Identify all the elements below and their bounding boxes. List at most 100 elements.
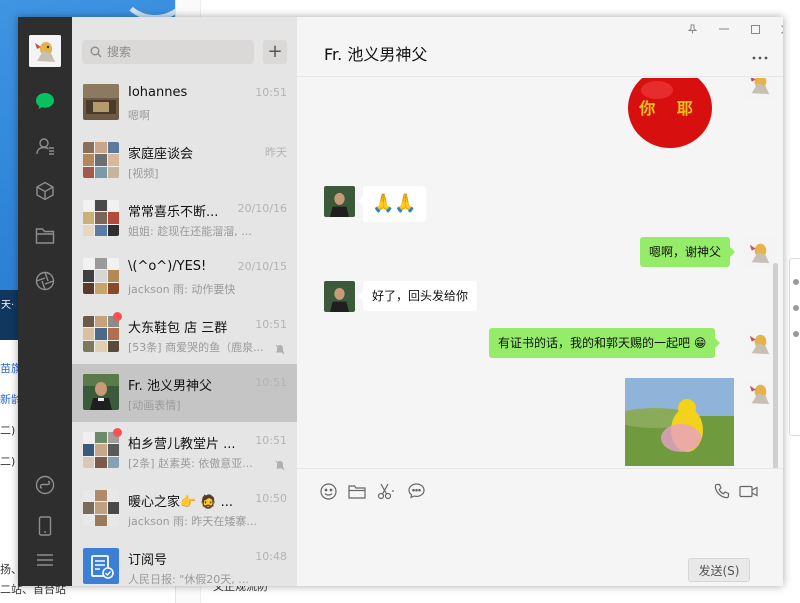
mute-bell-icon	[275, 456, 285, 475]
background-text: 新龄	[0, 393, 20, 406]
unread-dot	[113, 428, 122, 437]
more-options-button[interactable]	[752, 45, 768, 64]
chat-preview: jackson 雨: 动作要快	[128, 283, 236, 296]
sticker-message[interactable]: 你 耶	[627, 78, 713, 152]
contact-avatar[interactable]	[324, 281, 355, 312]
group-avatar	[83, 200, 119, 236]
message-bubble-incoming[interactable]: 好了，回头发给你	[357, 281, 478, 311]
background-text-column: 苗旗 新龄 二) 二)	[0, 360, 20, 484]
chat-title: Fr. 池义男神父	[324, 45, 428, 64]
chat-item-group[interactable]: 常常喜乐不断... 20/10/16 姐姐: 趁现在还能溜溜, ...	[72, 190, 297, 248]
message-bubble-outgoing[interactable]: 有证书的话，我的和郭天赐的一起吧 😁	[489, 328, 721, 358]
chat-time: 20/10/16	[237, 202, 287, 215]
video-call-icon[interactable]	[738, 481, 758, 501]
user-avatar[interactable]	[29, 35, 61, 67]
search-box[interactable]	[82, 40, 254, 64]
chat-history-icon[interactable]	[406, 481, 426, 501]
message-bubble-outgoing[interactable]: 嗯啊，谢神父	[640, 237, 736, 267]
group-avatar	[83, 490, 119, 526]
chat-item-group[interactable]: \(^o^)/YES! 20/10/15 jackson 雨: 动作要快	[72, 248, 297, 306]
group-avatar	[83, 432, 119, 468]
chat-time: 10:48	[255, 550, 287, 563]
search-icon	[90, 46, 102, 58]
chat-preview: 人民日报: "休假20天, ...	[128, 573, 249, 586]
chat-avatar	[83, 374, 119, 410]
background-text: 苗旗	[0, 362, 20, 375]
message-scrollbar[interactable]	[773, 263, 778, 469]
message-bubble-incoming[interactable]: 🙏🙏	[358, 186, 426, 222]
group-avatar	[83, 142, 119, 178]
sticker-text: 你 耶	[638, 99, 701, 118]
voice-call-icon[interactable]	[712, 481, 732, 501]
chat-area: Fr. 池义男神父 你 耶 🙏🙏 嗯啊，谢神父 好了，回头发给你 有证书的话，我…	[297, 17, 783, 586]
chat-item-family[interactable]: 家庭座谈会 昨天 [视频]	[72, 132, 297, 190]
chat-preview: [53条] 商爱哭的鱼（鹿泉...	[128, 341, 264, 354]
chat-avatar	[83, 84, 119, 120]
chat-item-group[interactable]: 大东鞋包 店 三群 10:51 [53条] 商爱哭的鱼（鹿泉...	[72, 306, 297, 364]
chat-name: 大东鞋包 店 三群	[128, 321, 228, 336]
nav-rail	[18, 17, 72, 586]
chat-time: 20/10/15	[237, 260, 287, 273]
chat-time: 10:51	[255, 318, 287, 331]
mute-bell-icon	[275, 340, 285, 359]
collections-icon[interactable]	[31, 177, 59, 205]
close-icon[interactable]	[778, 22, 783, 36]
contacts-icon[interactable]	[31, 132, 59, 160]
chat-list: Iohannes 10:51 嗯啊 家庭座谈会 昨天 [视频] 常常喜乐不断..…	[72, 74, 297, 586]
search-input[interactable]	[107, 45, 247, 59]
folder-icon[interactable]	[347, 481, 367, 501]
chat-item-fr-chi[interactable]: Fr. 池义男神父 10:51 [动画表情]	[72, 364, 297, 422]
input-area[interactable]: 发送(S)	[297, 468, 783, 586]
unread-dot	[113, 312, 122, 321]
add-chat-button[interactable]: +	[263, 40, 287, 64]
chat-name: \(^o^)/YES!	[128, 259, 207, 274]
screenshot-scissors-icon[interactable]	[376, 481, 396, 501]
chat-time: 昨天	[265, 146, 287, 159]
chat-time: 10:51	[255, 434, 287, 447]
chat-item-group[interactable]: 暖心之家👉 🧔 ... 10:50 jackson 雨: 昨天在矮寨...	[72, 480, 297, 538]
mini-program-icon[interactable]	[31, 471, 59, 499]
chat-item-group[interactable]: 柏乡营儿教堂片 ... 10:51 [2条] 赵素英: 依傲意亚...	[72, 422, 297, 480]
files-icon[interactable]	[31, 222, 59, 250]
chat-icon[interactable]	[31, 87, 59, 115]
chat-name: Fr. 池义男神父	[128, 379, 212, 394]
minimize-icon[interactable]	[717, 22, 731, 36]
message-list: 你 耶 🙏🙏 嗯啊，谢神父 好了，回头发给你 有证书的话，我的和郭天赐的一起吧 …	[297, 78, 783, 468]
chat-list-panel: + Iohannes 10:51 嗯啊 家庭座谈会 昨天	[72, 17, 297, 586]
my-avatar[interactable]	[744, 328, 775, 359]
group-avatar	[83, 258, 119, 294]
my-avatar[interactable]	[744, 378, 775, 409]
group-avatar	[83, 316, 119, 352]
background-text: 二)	[0, 424, 16, 437]
chat-name: 暖心之家👉 🧔 ...	[128, 495, 234, 510]
chat-name: Iohannes	[128, 85, 188, 100]
background-window-bar: 天·	[0, 290, 20, 340]
background-side-panel	[789, 258, 800, 436]
my-avatar[interactable]	[744, 78, 775, 99]
animated-sticker-message[interactable]	[625, 378, 734, 466]
subscription-icon	[83, 548, 119, 584]
ellipsis-icon	[752, 56, 768, 60]
chat-item-iohannes[interactable]: Iohannes 10:51 嗯啊	[72, 74, 297, 132]
send-button[interactable]: 发送(S)	[688, 558, 750, 582]
pin-icon[interactable]	[685, 22, 699, 36]
maximize-icon[interactable]	[748, 22, 762, 36]
wechat-window: + Iohannes 10:51 嗯啊 家庭座谈会 昨天	[18, 17, 783, 586]
menu-icon[interactable]	[31, 546, 59, 574]
chat-preview: 嗯啊	[128, 109, 150, 122]
emoji-icon[interactable]	[318, 481, 338, 501]
my-avatar[interactable]	[744, 237, 775, 268]
chat-preview: [动画表情]	[128, 399, 181, 412]
chat-name: 常常喜乐不断...	[128, 205, 219, 220]
chat-item-subscriptions[interactable]: 订阅号 10:48 人民日报: "休假20天, ...	[72, 538, 297, 586]
chat-name: 订阅号	[128, 553, 168, 568]
chat-header: Fr. 池义男神父	[297, 17, 783, 77]
moments-icon[interactable]	[31, 267, 59, 295]
chat-preview: [视频]	[128, 167, 159, 180]
chat-time: 10:51	[255, 86, 287, 99]
chat-preview: jackson 雨: 昨天在矮寨...	[128, 515, 257, 528]
plus-icon: +	[267, 41, 283, 62]
contact-avatar[interactable]	[324, 186, 355, 217]
chat-time: 10:51	[255, 376, 287, 389]
phone-icon[interactable]	[31, 512, 59, 540]
